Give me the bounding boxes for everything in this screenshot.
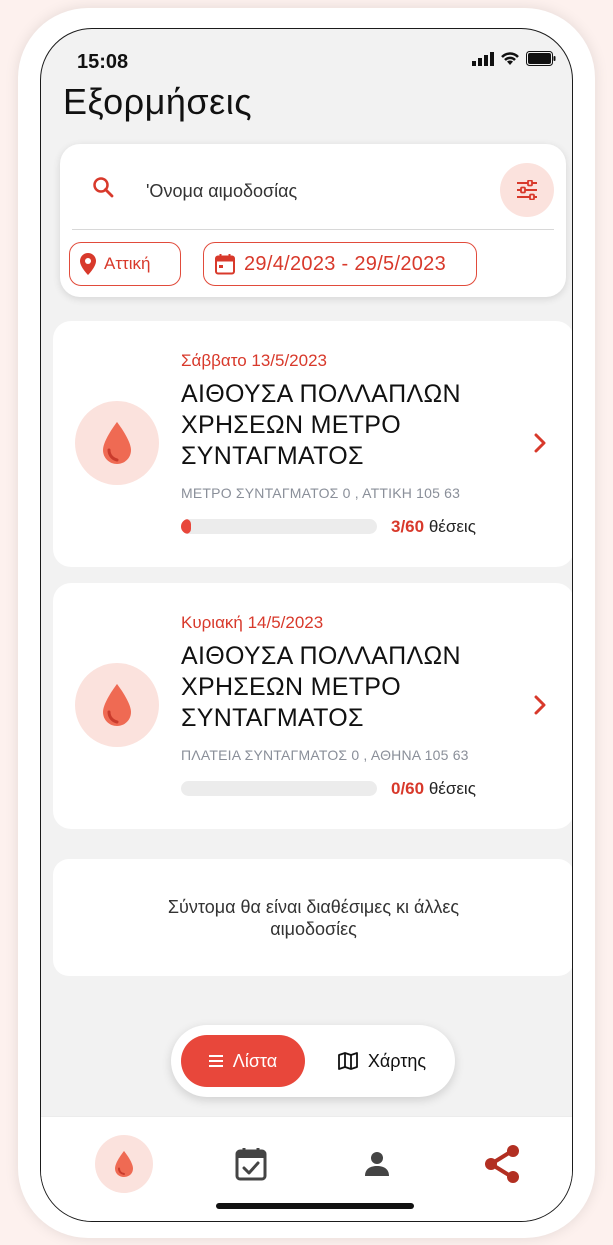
nav-profile[interactable] bbox=[348, 1135, 406, 1193]
nav-home[interactable] bbox=[95, 1135, 153, 1193]
map-pin-icon bbox=[80, 253, 96, 275]
event-title: ΑΙΘΟΥΣΑ ΠΟΛΛΑΠΛΩΝ ΧΡΗΣΕΩΝ ΜΕΤΡΟ ΣΥΝΤΑΓΜΑ… bbox=[181, 380, 461, 470]
calendar-icon bbox=[215, 254, 235, 275]
date-range-label: 29/4/2023 - 29/5/2023 bbox=[244, 252, 447, 275]
view-toggle: Λίστα Χάρτης bbox=[171, 1025, 455, 1097]
chevron-right-icon bbox=[533, 695, 547, 720]
blood-drop-icon bbox=[103, 422, 131, 464]
event-address: ΜΕΤΡΟ ΣΥΝΤΑΓΜΑΤΟΣ 0 , ΑΤΤΙΚΗ 105 63 bbox=[181, 485, 461, 501]
seats-progress-bar bbox=[181, 781, 377, 796]
person-icon bbox=[365, 1152, 389, 1176]
sliders-icon bbox=[517, 180, 537, 200]
seats-count: 0/60 bbox=[391, 779, 425, 798]
seats-progress-fill bbox=[181, 519, 191, 534]
event-card[interactable]: Κυριακή 14/5/2023 ΑΙΘΟΥΣΑ ΠΟΛΛΑΠΛΩΝ ΧΡΗΣ… bbox=[53, 583, 572, 829]
filter-button[interactable] bbox=[500, 163, 554, 217]
status-time: 15:08 bbox=[77, 51, 129, 73]
nav-appointments[interactable] bbox=[222, 1135, 280, 1193]
chevron-right-icon bbox=[533, 433, 547, 458]
event-address: ΠΛΑΤΕΙΑ ΣΥΝΤΑΓΜΑΤΟΣ 0 , ΑΘΗΝΑ 105 63 bbox=[181, 747, 469, 763]
calendar-check-icon bbox=[235, 1148, 267, 1181]
seats-label: θέσεις bbox=[428, 517, 476, 536]
blood-drop-icon bbox=[103, 684, 131, 726]
blood-drop-badge bbox=[75, 663, 159, 747]
search-icon bbox=[92, 176, 114, 203]
wifi-icon bbox=[501, 52, 519, 65]
date-range-chip[interactable]: 29/4/2023 - 29/5/2023 bbox=[203, 242, 477, 286]
info-card: Σύντομα θα είναι διαθέσιμες κι άλλες αιμ… bbox=[53, 859, 572, 976]
seats-text: 0/60 θέσεις bbox=[391, 779, 476, 799]
app-screen: 15:08 Εξορμήσεις 'Ονομα αιμοδοσίας Αττικ… bbox=[40, 28, 573, 1222]
seats-label: θέσεις bbox=[428, 779, 476, 798]
event-date: Κυριακή 14/5/2023 bbox=[181, 613, 324, 632]
list-icon bbox=[208, 1055, 223, 1067]
bottom-nav bbox=[41, 1116, 572, 1221]
blood-drop-icon bbox=[115, 1151, 133, 1177]
event-date: Σάββατο 13/5/2023 bbox=[181, 351, 328, 370]
share-icon bbox=[485, 1145, 519, 1183]
seats-text: 3/60 θέσεις bbox=[391, 517, 476, 537]
seats-count: 3/60 bbox=[391, 517, 425, 536]
seats-progress-bar bbox=[181, 519, 377, 534]
signal-icon bbox=[472, 51, 494, 66]
home-indicator bbox=[216, 1203, 414, 1209]
location-chip[interactable]: Αττική bbox=[69, 242, 181, 286]
search-input[interactable] bbox=[144, 177, 488, 205]
battery-icon bbox=[526, 51, 556, 66]
map-view-label: Χάρτης bbox=[367, 1050, 427, 1071]
map-view-button[interactable]: Χάρτης bbox=[319, 1035, 445, 1087]
blood-drop-badge bbox=[75, 401, 159, 485]
info-message: Σύντομα θα είναι διαθέσιμες κι άλλες αιμ… bbox=[167, 896, 460, 939]
map-icon bbox=[337, 1052, 358, 1070]
divider bbox=[72, 229, 554, 230]
search-card: Αττική 29/4/2023 - 29/5/2023 bbox=[60, 144, 566, 297]
page-title: Εξορμήσεις bbox=[63, 81, 253, 122]
event-card[interactable]: Σάββατο 13/5/2023 ΑΙΘΟΥΣΑ ΠΟΛΛΑΠΛΩΝ ΧΡΗΣ… bbox=[53, 321, 572, 567]
list-view-label: Λίστα bbox=[232, 1050, 278, 1071]
event-title: ΑΙΘΟΥΣΑ ΠΟΛΛΑΠΛΩΝ ΧΡΗΣΕΩΝ ΜΕΤΡΟ ΣΥΝΤΑΓΜΑ… bbox=[181, 642, 461, 732]
location-chip-label: Αττική bbox=[104, 254, 151, 273]
status-icons bbox=[472, 51, 556, 66]
list-view-button[interactable]: Λίστα bbox=[181, 1035, 305, 1087]
nav-share[interactable] bbox=[473, 1135, 531, 1193]
